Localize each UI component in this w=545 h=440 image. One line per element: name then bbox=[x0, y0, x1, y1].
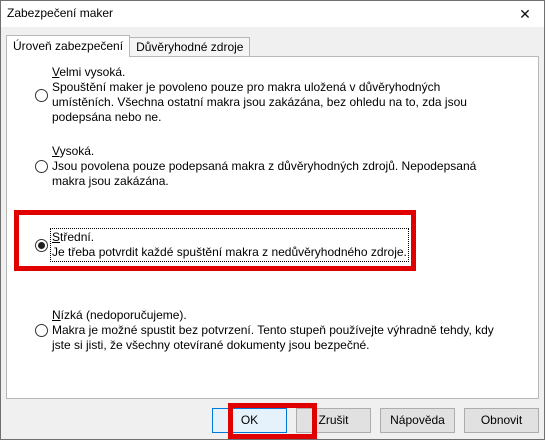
option-high[interactable]: Vysoká. Jsou povolena pouze podepsaná ma… bbox=[35, 144, 505, 189]
option-low[interactable]: Nízká (nedoporučujeme). Makra je možné s… bbox=[35, 308, 505, 353]
security-level-panel: Velmi vysoká. Spouštění maker je povolen… bbox=[6, 56, 539, 399]
macro-security-dialog: Zabezpečení maker ✕ Úroveň zabezpečení D… bbox=[0, 0, 545, 440]
window-title: Zabezpečení maker bbox=[7, 6, 114, 20]
option-medium-description: Je třeba potvrdit každé spuštění makra z… bbox=[52, 245, 407, 259]
option-very-high-description: Spouštění maker je povoleno pouze pro ma… bbox=[52, 80, 467, 124]
tab-trusted-sources[interactable]: Důvěryhodné zdroje bbox=[129, 37, 251, 57]
title-bar: Zabezpečení maker ✕ bbox=[1, 1, 544, 27]
tab-security-level[interactable]: Úroveň zabezpečení bbox=[6, 35, 131, 57]
radio-high[interactable] bbox=[35, 160, 48, 173]
option-high-text: Vysoká. Jsou povolena pouze podepsaná ma… bbox=[52, 144, 505, 189]
cancel-button[interactable]: Zrušit bbox=[296, 408, 371, 433]
radio-very-high[interactable] bbox=[35, 88, 48, 102]
dialog-buttons: OK Zrušit Nápověda Obnovit bbox=[212, 408, 539, 433]
option-high-description: Jsou povolena pouze podepsaná makra z dů… bbox=[52, 159, 477, 188]
option-high-title: Vysoká. bbox=[52, 144, 95, 158]
reset-button[interactable]: Obnovit bbox=[464, 408, 539, 433]
option-very-high-text: Velmi vysoká. Spouštění maker je povolen… bbox=[52, 65, 505, 125]
ok-button[interactable]: OK bbox=[212, 408, 287, 433]
option-low-text: Nízká (nedoporučujeme). Makra je možné s… bbox=[52, 308, 505, 353]
option-medium[interactable]: Střední. Je třeba potvrdit každé spuštěn… bbox=[35, 228, 505, 262]
option-very-high[interactable]: Velmi vysoká. Spouštění maker je povolen… bbox=[35, 65, 505, 125]
radio-low[interactable] bbox=[35, 324, 48, 337]
option-medium-text: Střední. Je třeba potvrdit každé spuštěn… bbox=[50, 228, 409, 262]
tab-strip: Úroveň zabezpečení Důvěryhodné zdroje bbox=[6, 35, 251, 57]
close-icon[interactable]: ✕ bbox=[514, 4, 536, 24]
option-low-description: Makra je možné spustit bez potvrzení. Te… bbox=[52, 323, 494, 352]
option-very-high-title: Velmi vysoká. bbox=[52, 65, 126, 79]
option-medium-title: Střední. bbox=[52, 230, 95, 244]
help-button[interactable]: Nápověda bbox=[380, 408, 455, 433]
option-low-title: Nízká (nedoporučujeme). bbox=[52, 308, 187, 322]
radio-medium[interactable] bbox=[35, 238, 48, 252]
